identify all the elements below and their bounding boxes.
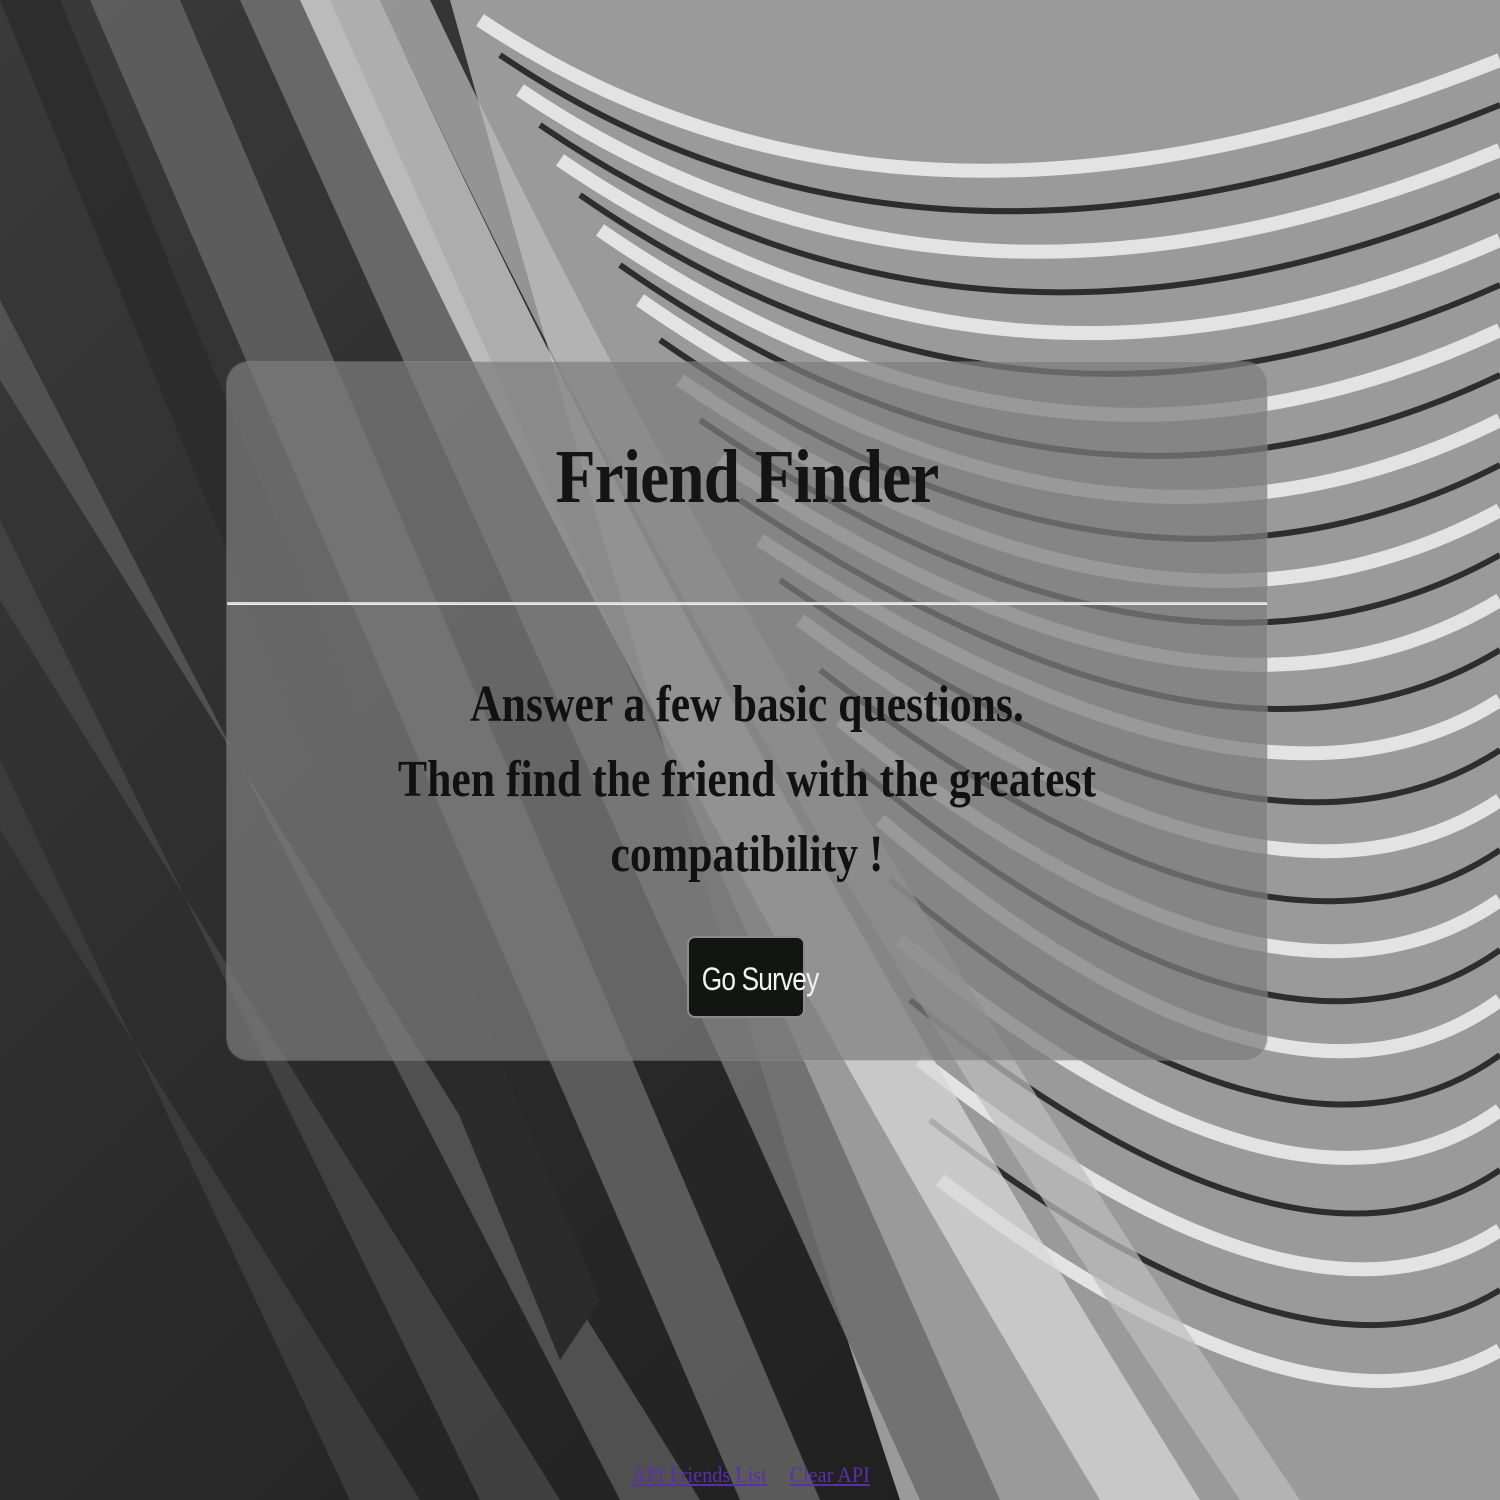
go-survey-button[interactable]: Go Survey [687, 936, 819, 1018]
intro-line-2: Then find the friend with the greatest c… [397, 751, 1097, 883]
divider [227, 602, 1267, 605]
clear-api-link[interactable]: Clear API [790, 1462, 870, 1488]
page-title: Friend Finder [555, 435, 940, 519]
go-survey-button-label: Go Survey [701, 961, 819, 997]
intro-panel: Friend Finder Answer a few basic questio… [227, 362, 1267, 1060]
intro-line-1: Answer a few basic questions. [470, 676, 1024, 733]
api-friends-list-link[interactable]: API Friends List [632, 1462, 767, 1488]
intro-text: Answer a few basic questions. Then find … [310, 667, 1184, 892]
footer-links: API Friends List Clear API [0, 1462, 1500, 1488]
